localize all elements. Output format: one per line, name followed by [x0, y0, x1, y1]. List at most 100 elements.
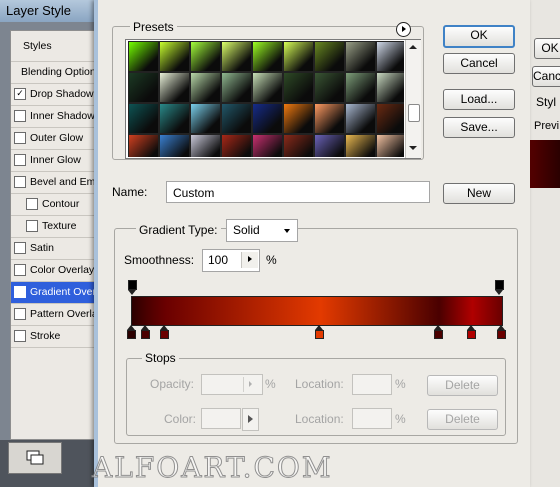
- style-item[interactable]: Bevel and Emboss: [11, 172, 99, 194]
- style-checkbox[interactable]: ✓: [14, 286, 26, 299]
- style-checkbox[interactable]: ✓: [14, 88, 26, 101]
- cancel-button[interactable]: Cancel: [443, 53, 515, 74]
- preset-swatch[interactable]: [221, 41, 252, 72]
- name-field[interactable]: Custom: [166, 181, 430, 203]
- style-item[interactable]: Color Overlay: [11, 260, 99, 282]
- color-stop[interactable]: [496, 325, 506, 339]
- load-button[interactable]: Load...: [443, 89, 515, 110]
- preset-swatch[interactable]: [252, 134, 283, 157]
- style-checkbox[interactable]: [26, 220, 38, 233]
- opacity-stop-left[interactable]: [128, 280, 137, 295]
- layers-icon[interactable]: [8, 442, 62, 474]
- partial-cancel-button[interactable]: Cance: [532, 66, 560, 87]
- preset-swatch[interactable]: [252, 41, 283, 72]
- preset-swatch[interactable]: [345, 41, 376, 72]
- preset-swatch[interactable]: [314, 41, 345, 72]
- style-checkbox[interactable]: [14, 330, 26, 343]
- color-location-field[interactable]: [352, 408, 392, 429]
- style-checkbox[interactable]: [14, 132, 26, 145]
- layer-style-title: Layer Style: [6, 3, 72, 18]
- presets-menu-button[interactable]: [396, 22, 411, 37]
- style-item[interactable]: Stroke: [11, 326, 99, 348]
- preset-swatch[interactable]: [283, 103, 314, 134]
- preset-swatch[interactable]: [221, 72, 252, 103]
- style-item[interactable]: ✓ Gradient Overlay: [11, 282, 99, 304]
- opacity-stop-right[interactable]: [495, 280, 504, 295]
- scroll-up-icon[interactable]: [409, 45, 417, 49]
- preset-swatch[interactable]: [345, 103, 376, 134]
- style-checkbox[interactable]: [14, 176, 26, 189]
- new-button[interactable]: New: [443, 183, 515, 204]
- preset-swatch[interactable]: [252, 103, 283, 134]
- style-item[interactable]: Inner Glow: [11, 150, 99, 172]
- preset-swatch[interactable]: [252, 72, 283, 103]
- scroll-thumb[interactable]: [408, 104, 420, 122]
- preset-swatch[interactable]: [283, 134, 314, 157]
- color-stop[interactable]: [433, 325, 443, 339]
- color-stop[interactable]: [315, 325, 325, 339]
- save-button[interactable]: Save...: [443, 117, 515, 138]
- opacity-field[interactable]: [201, 374, 263, 395]
- smoothness-field[interactable]: 100: [202, 249, 260, 272]
- preset-swatch[interactable]: [190, 41, 221, 72]
- color-swatch-field[interactable]: [201, 408, 241, 429]
- stops-label: Stops: [142, 351, 179, 365]
- presets-grid: [128, 41, 404, 157]
- style-item-label: Stroke: [30, 330, 61, 342]
- color-stop[interactable]: [159, 325, 169, 339]
- preset-swatch[interactable]: [190, 103, 221, 134]
- preset-swatch[interactable]: [345, 134, 376, 157]
- preset-swatch[interactable]: [376, 103, 404, 134]
- partial-ok-button[interactable]: OK: [534, 38, 560, 59]
- preset-swatch[interactable]: [128, 134, 159, 157]
- style-item[interactable]: Outer Glow: [11, 128, 99, 150]
- color-stop[interactable]: [126, 325, 136, 339]
- ok-button[interactable]: OK: [443, 25, 515, 48]
- preset-swatch[interactable]: [314, 72, 345, 103]
- style-checkbox[interactable]: [14, 110, 26, 123]
- opacity-location-field[interactable]: [352, 374, 392, 395]
- preset-swatch[interactable]: [376, 134, 404, 157]
- preset-swatch[interactable]: [190, 134, 221, 157]
- scroll-down-icon[interactable]: [409, 146, 417, 150]
- style-checkbox[interactable]: [14, 308, 26, 321]
- preset-swatch[interactable]: [128, 103, 159, 134]
- smoothness-stepper[interactable]: [241, 252, 258, 268]
- color-location-label: Location:: [295, 412, 344, 426]
- style-checkbox[interactable]: [14, 242, 26, 255]
- gradient-bar[interactable]: [131, 296, 503, 326]
- color-picker-button[interactable]: [242, 408, 259, 431]
- color-stops: [126, 325, 506, 343]
- presets-scrollbar[interactable]: [405, 40, 421, 158]
- style-checkbox[interactable]: [14, 264, 26, 277]
- preset-swatch[interactable]: [221, 134, 252, 157]
- style-item[interactable]: Satin: [11, 238, 99, 260]
- preset-swatch[interactable]: [345, 72, 376, 103]
- preset-swatch[interactable]: [376, 72, 404, 103]
- preset-swatch[interactable]: [128, 41, 159, 72]
- style-checkbox[interactable]: [26, 198, 38, 211]
- gradient-type-select[interactable]: Solid: [226, 219, 298, 242]
- style-checkbox[interactable]: [14, 154, 26, 167]
- preset-swatch[interactable]: [190, 72, 221, 103]
- preset-swatch[interactable]: [159, 134, 190, 157]
- color-stop[interactable]: [141, 325, 151, 339]
- opacity-stepper[interactable]: [243, 377, 259, 392]
- preset-swatch[interactable]: [159, 103, 190, 134]
- preset-swatch[interactable]: [314, 134, 345, 157]
- preset-swatch[interactable]: [159, 72, 190, 103]
- style-item[interactable]: Inner Shadow: [11, 106, 99, 128]
- delete-opacity-stop-button[interactable]: Delete: [427, 375, 498, 396]
- preset-swatch[interactable]: [314, 103, 345, 134]
- delete-color-stop-button[interactable]: Delete: [427, 409, 498, 430]
- color-stop[interactable]: [466, 325, 476, 339]
- preset-swatch[interactable]: [221, 103, 252, 134]
- style-item[interactable]: Pattern Overlay: [11, 304, 99, 326]
- preset-swatch[interactable]: [376, 41, 404, 72]
- preset-swatch[interactable]: [159, 41, 190, 72]
- opacity-percent: %: [265, 377, 276, 391]
- preset-swatch[interactable]: [283, 41, 314, 72]
- style-item[interactable]: ✓ Drop Shadow: [11, 84, 99, 106]
- preset-swatch[interactable]: [283, 72, 314, 103]
- preset-swatch[interactable]: [128, 72, 159, 103]
